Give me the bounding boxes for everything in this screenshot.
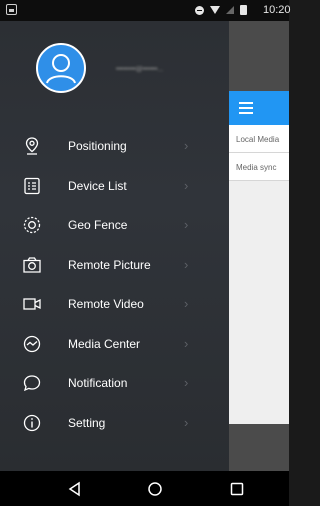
wifi-icon xyxy=(210,6,220,14)
menu-label: Setting xyxy=(68,415,106,430)
menu-item-setting[interactable]: Setting › xyxy=(0,403,229,443)
user-icon xyxy=(46,54,76,84)
menu-label: Remote Picture xyxy=(68,257,151,272)
menu-label: Media Center xyxy=(68,336,141,351)
menu-label: Remote Video xyxy=(68,297,144,311)
menu-item-media-center[interactable]: Media Center › xyxy=(0,324,229,364)
chevron-right-icon: › xyxy=(184,414,189,430)
chevron-right-icon: › xyxy=(184,217,189,232)
navigation-bar xyxy=(0,471,289,506)
navigation-drawer: ••••••••@••••••... Positioning › Device … xyxy=(0,21,229,471)
notification-icon xyxy=(23,375,41,392)
chevron-right-icon: › xyxy=(184,296,189,311)
list-item[interactable]: Local Media xyxy=(229,125,289,153)
menu-item-notification[interactable]: Notification › xyxy=(0,363,229,403)
media-list: Local Media Media sync xyxy=(229,125,289,424)
menu-item-geo-fence[interactable]: Geo Fence › xyxy=(0,205,229,245)
drawer-menu: Positioning › Device List › Geo Fence › xyxy=(0,126,229,442)
signal-icon xyxy=(226,6,234,14)
gallery-icon xyxy=(6,4,17,15)
menu-label: Notification xyxy=(68,376,128,390)
menu-item-remote-video[interactable]: Remote Video › xyxy=(0,284,229,324)
status-bar: 10:20 xyxy=(0,0,291,21)
clock: 10:20 xyxy=(263,4,291,16)
info-icon xyxy=(23,414,41,431)
battery-icon xyxy=(240,5,247,15)
status-icons xyxy=(195,5,247,15)
chevron-right-icon: › xyxy=(184,256,189,272)
menu-item-positioning[interactable]: Positioning › xyxy=(0,126,229,166)
do-not-disturb-icon xyxy=(195,5,204,15)
chevron-right-icon: › xyxy=(184,138,189,153)
list-icon[interactable] xyxy=(239,102,253,114)
app-toolbar xyxy=(229,91,289,125)
menu-item-remote-picture[interactable]: Remote Picture › xyxy=(0,245,229,285)
account-email: ••••••••@••••••... xyxy=(116,66,164,73)
avatar[interactable] xyxy=(36,43,86,93)
device-list-icon xyxy=(24,177,40,194)
video-icon xyxy=(23,298,41,310)
geo-fence-icon xyxy=(23,216,41,234)
drawer-header: ••••••••@••••••... xyxy=(0,21,229,121)
list-item[interactable]: Media sync xyxy=(229,153,289,181)
back-icon[interactable] xyxy=(66,480,84,498)
home-icon[interactable] xyxy=(146,480,164,498)
menu-label: Positioning xyxy=(68,139,127,153)
camera-icon xyxy=(23,256,41,273)
chevron-right-icon: › xyxy=(184,335,189,351)
recent-apps-icon[interactable] xyxy=(228,480,246,498)
menu-item-device-list[interactable]: Device List › xyxy=(0,166,229,206)
media-center-icon xyxy=(23,335,41,352)
menu-label: Device List xyxy=(68,178,127,193)
chevron-right-icon: › xyxy=(184,375,189,390)
chevron-right-icon: › xyxy=(184,177,189,193)
menu-label: Geo Fence xyxy=(68,218,128,232)
location-pin-icon xyxy=(25,137,39,155)
